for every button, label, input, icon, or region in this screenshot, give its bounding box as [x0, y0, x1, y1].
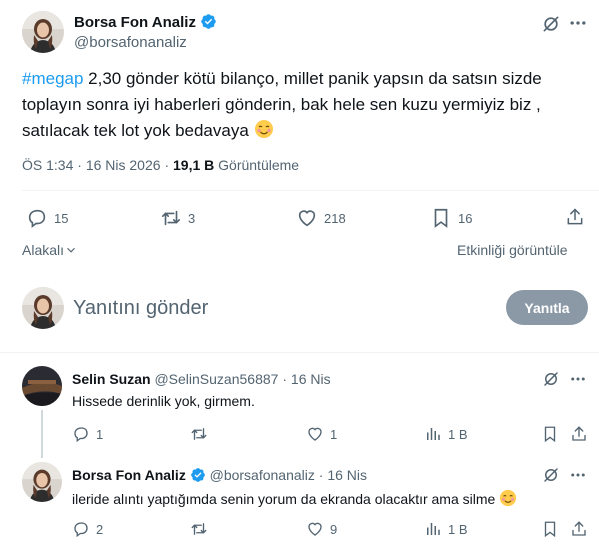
reply-button[interactable]: 1: [72, 425, 103, 443]
reply-input[interactable]: Yanıtını gönder: [73, 297, 208, 320]
reply-author-handle[interactable]: @borsafonanaliz: [210, 467, 315, 483]
reply-date[interactable]: 16 Nis: [291, 371, 331, 387]
share-icon: [572, 426, 586, 441]
reply-author-handle[interactable]: @SelinSuzan56887: [154, 371, 278, 387]
repost-count: 3: [188, 210, 196, 226]
repost-icon: [191, 523, 207, 535]
grok-icon[interactable]: [542, 466, 560, 489]
reply-button[interactable]: 15: [26, 207, 68, 229]
reply-author-name[interactable]: Selin Suzan: [72, 371, 151, 387]
reply-submit-button[interactable]: Yanıtla: [506, 290, 588, 325]
like-icon: [298, 210, 316, 227]
separator: ·: [164, 157, 173, 173]
bookmark-icon: [434, 208, 448, 228]
share-button[interactable]: [570, 520, 594, 538]
thread-line: [41, 410, 43, 458]
like-icon: [308, 522, 322, 536]
like-count: 218: [324, 210, 346, 226]
hashtag-link[interactable]: #megap: [22, 69, 83, 88]
verified-icon: [190, 468, 205, 482]
like-count: 9: [330, 521, 338, 537]
sort-dropdown[interactable]: Alakalı: [22, 242, 78, 258]
repost-icon: [161, 210, 181, 226]
reply-button[interactable]: 2: [72, 520, 103, 538]
views-count: 19,1 B: [173, 157, 215, 173]
more-icon[interactable]: [568, 13, 588, 38]
share-button[interactable]: [570, 425, 594, 443]
views-button[interactable]: 1 B: [424, 520, 468, 538]
views-count: 1 B: [448, 521, 468, 537]
tweet-text-line: toplayın sonra iyi haberleri gönderin, b…: [22, 95, 541, 114]
share-icon: [572, 521, 586, 536]
tweet-text-line: satılacak tek lot yok bedavaya: [22, 121, 249, 140]
views-count: 1 B: [448, 426, 468, 442]
view-activity-link[interactable]: Etkinliği görüntüle: [457, 242, 568, 258]
separator: ·: [282, 371, 291, 387]
reply-count: 1: [96, 426, 104, 442]
repost-button[interactable]: [190, 425, 214, 443]
chevron-down-icon: [67, 247, 75, 253]
tweet-text: #megap 2,30 gönder kötü bilanço, millet …: [22, 66, 582, 144]
reply-avatar[interactable]: [22, 462, 62, 502]
separator: ·: [77, 157, 86, 173]
share-button[interactable]: [565, 207, 591, 227]
like-count: 1: [330, 426, 338, 442]
repost-button[interactable]: [190, 520, 214, 538]
sort-label: Alakalı: [22, 242, 65, 258]
bookmark-button[interactable]: 16: [430, 207, 472, 229]
more-icon[interactable]: [569, 466, 587, 489]
like-button[interactable]: 218: [296, 207, 346, 229]
bookmark-icon: [544, 426, 556, 443]
like-button[interactable]: 1: [306, 425, 337, 443]
tweet-text-line: 2,30 gönder kötü bilanço, millet panik y…: [83, 69, 542, 88]
reply-icon: [74, 427, 88, 443]
repost-button[interactable]: 3: [160, 207, 195, 229]
composer-avatar: [22, 287, 64, 329]
views-icon: [427, 428, 440, 440]
share-icon: [567, 208, 583, 225]
reply-text: Hissede derinlik yok, girmem.: [72, 393, 255, 409]
reply-avatar[interactable]: [22, 366, 62, 406]
views-button[interactable]: 1 B: [424, 425, 468, 443]
top-divider: [22, 190, 599, 191]
author-avatar[interactable]: [22, 11, 64, 53]
like-button[interactable]: 9: [306, 520, 337, 538]
reply-date[interactable]: 16 Nis: [327, 467, 367, 483]
author-handle[interactable]: @borsafonanaliz: [74, 34, 187, 51]
more-icon[interactable]: [569, 370, 587, 393]
like-icon: [308, 427, 322, 441]
verified-icon: [201, 14, 217, 29]
grok-icon[interactable]: [542, 370, 560, 393]
tweet-date[interactable]: 16 Nis 2026: [86, 157, 161, 173]
reply-count: 2: [96, 521, 104, 537]
reply-icon: [28, 209, 46, 228]
smiling-emoji-icon: [254, 120, 273, 138]
views-icon: [427, 523, 440, 535]
reply-text: ileride alıntı yaptığımda senin yorum da…: [72, 491, 496, 507]
replies-divider: [0, 352, 599, 353]
bookmark-count: 16: [458, 210, 473, 226]
smiling-emoji-icon: [500, 489, 517, 507]
bookmark-button[interactable]: [541, 425, 565, 443]
reply-author-name[interactable]: Borsa Fon Analiz: [72, 467, 186, 483]
bookmark-icon: [544, 521, 556, 538]
reply-count: 15: [54, 210, 69, 226]
grok-icon[interactable]: [541, 14, 561, 39]
reply-icon: [74, 522, 88, 538]
repost-icon: [191, 428, 207, 440]
author-name[interactable]: Borsa Fon Analiz: [74, 14, 196, 31]
views-label: Görüntüleme: [218, 157, 300, 173]
bookmark-button[interactable]: [541, 520, 565, 538]
tweet-time[interactable]: ÖS 1:34: [22, 157, 73, 173]
